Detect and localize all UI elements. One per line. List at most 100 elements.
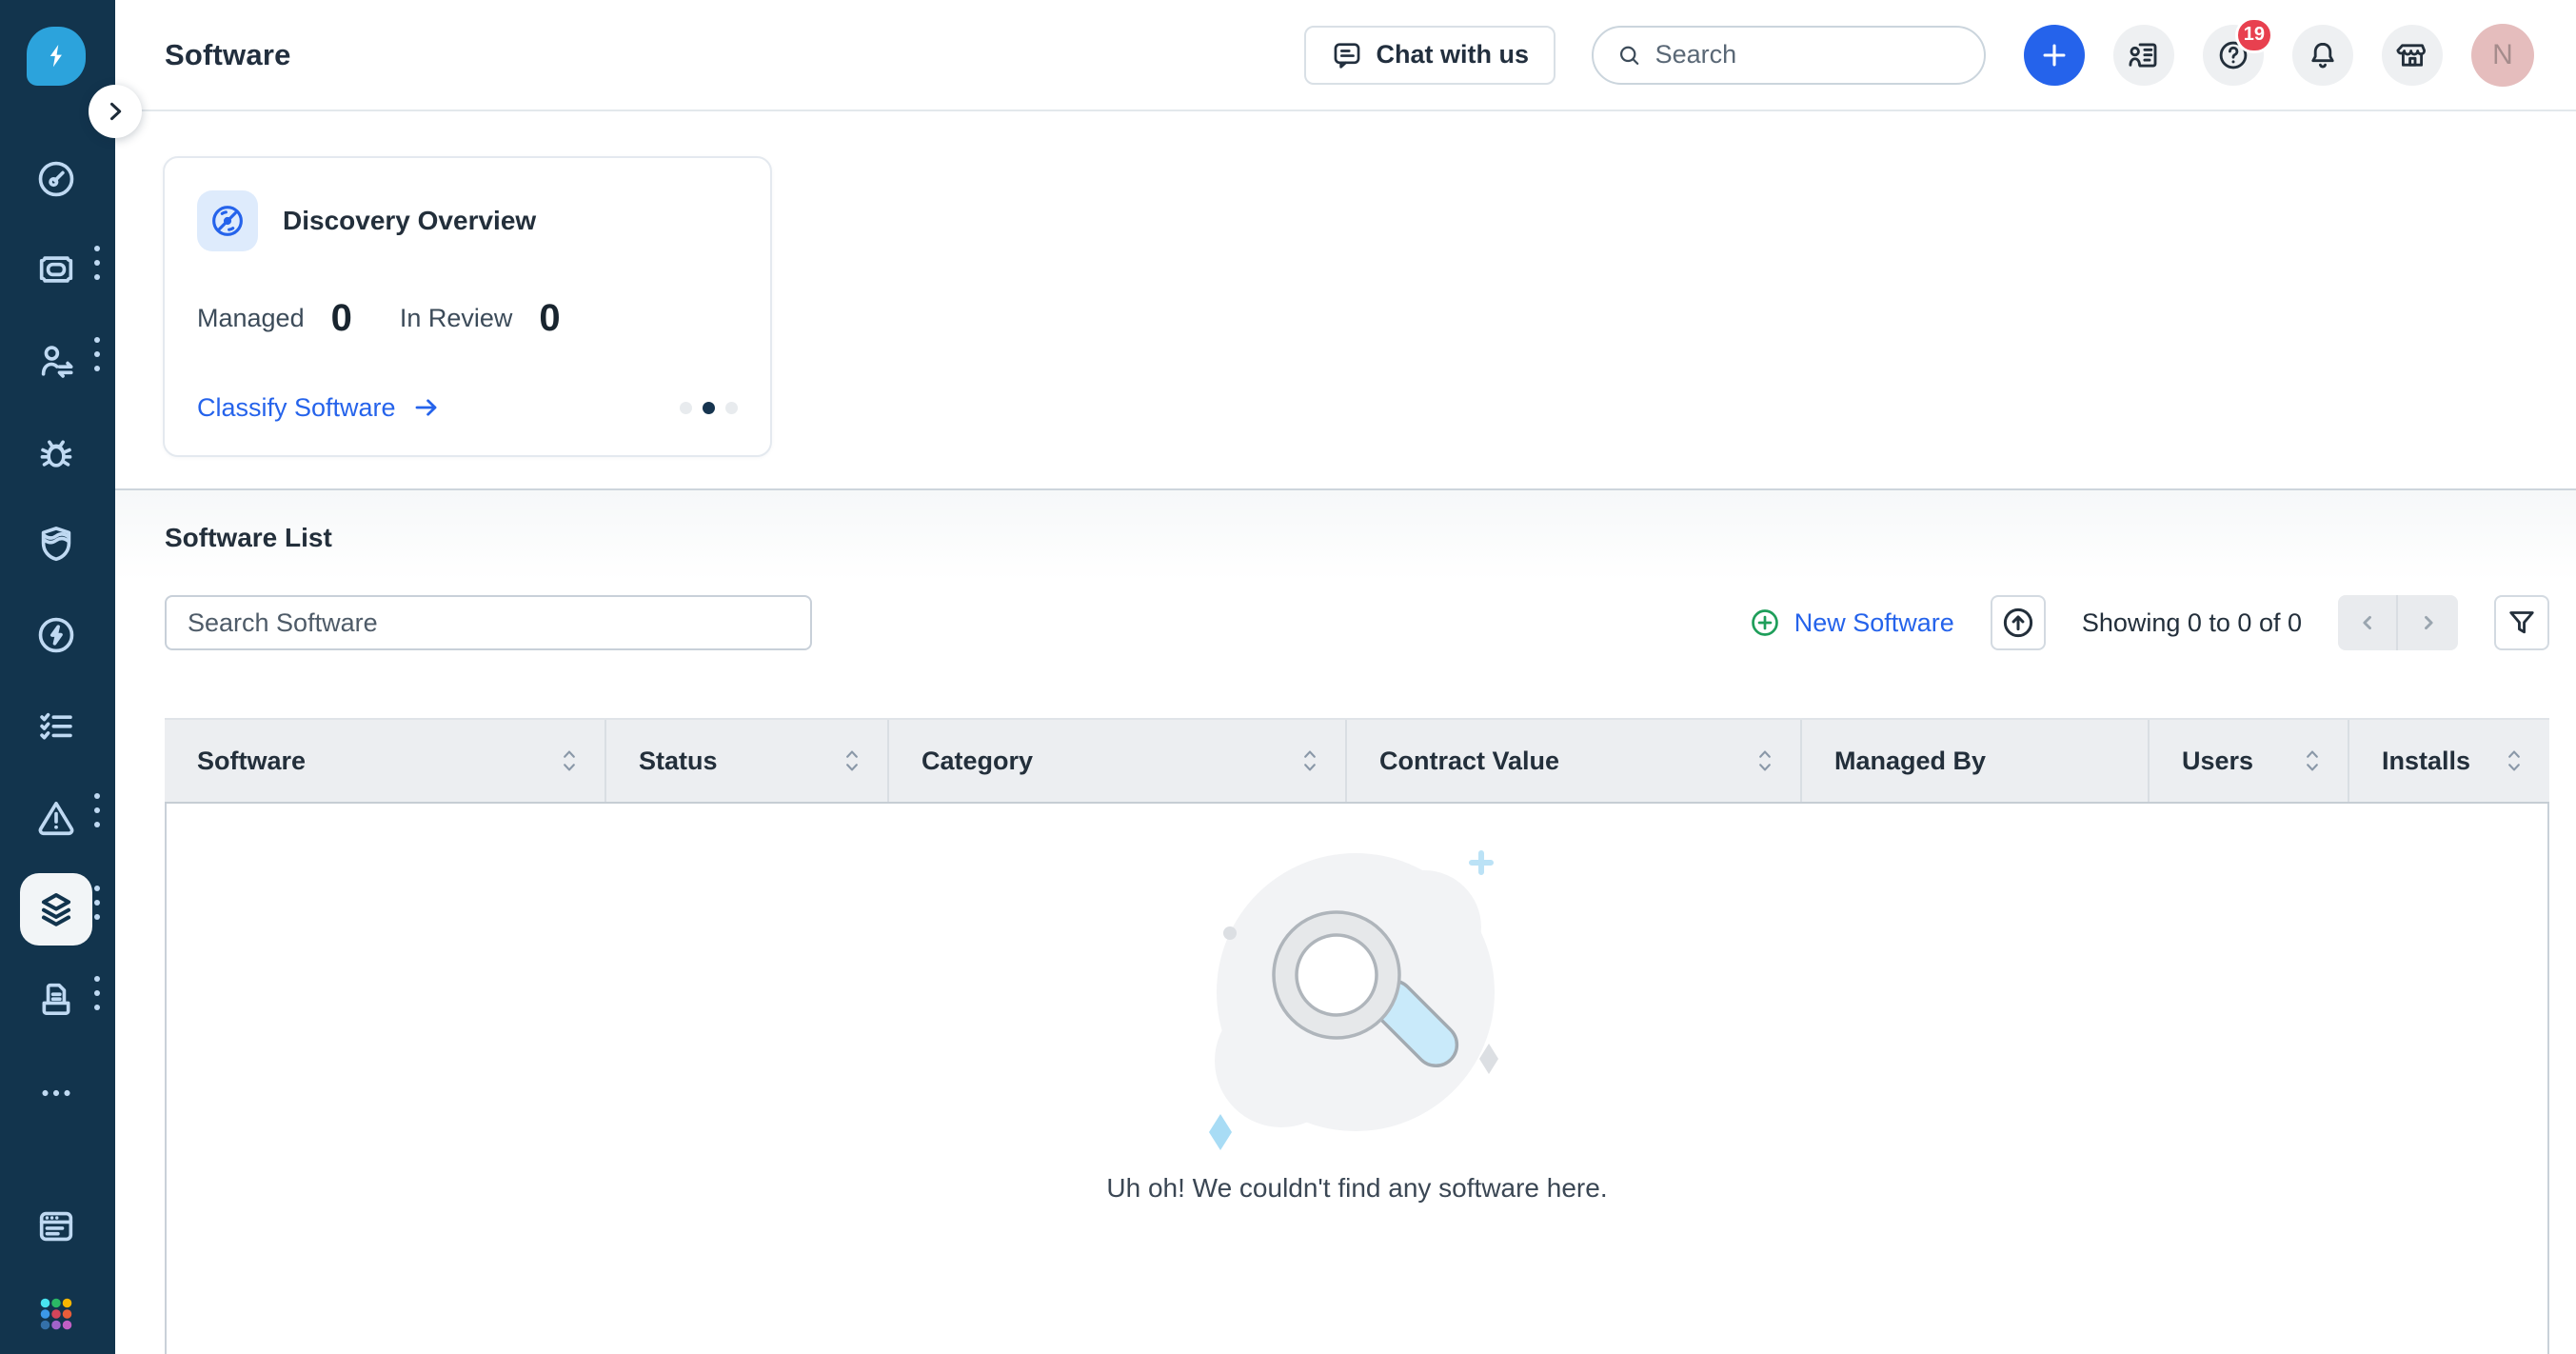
bell-icon	[2306, 38, 2340, 72]
global-search-input[interactable]	[1655, 40, 1961, 70]
user-transfer-icon	[34, 339, 78, 383]
previous-page-button[interactable]	[2338, 595, 2398, 650]
new-software-link[interactable]: New Software	[1749, 607, 1954, 639]
contacts-list-button[interactable]	[2113, 25, 2174, 86]
help-notification-badge: 19	[2235, 17, 2273, 53]
topbar-actions: Chat with us	[1304, 24, 2535, 87]
alerts-options-menu[interactable]	[94, 793, 104, 827]
filter-funnel-icon	[2505, 606, 2539, 640]
chat-button-label: Chat with us	[1377, 40, 1530, 70]
sidebar-item-bug-tracking[interactable]	[20, 417, 92, 489]
discovery-overview-card: Discovery Overview Managed 0 In Review 0…	[163, 156, 772, 457]
discovery-section: Discovery Overview Managed 0 In Review 0…	[115, 111, 2576, 488]
sort-icon[interactable]	[2300, 747, 2325, 775]
carousel-dot[interactable]	[680, 402, 692, 414]
ticket-icon	[34, 248, 78, 291]
sidebar-item-security[interactable]	[20, 508, 92, 580]
plus-circle-icon	[1749, 607, 1781, 639]
sidebar-item-dashboard[interactable]	[20, 143, 92, 215]
table-header-row: Software Status Category	[165, 718, 2549, 804]
tickets-options-menu[interactable]	[94, 246, 104, 280]
software-list-heading: Software List	[165, 523, 2549, 553]
sort-icon[interactable]	[2502, 747, 2526, 775]
chat-with-us-button[interactable]: Chat with us	[1304, 26, 1556, 85]
sidebar-expand-button[interactable]	[89, 85, 142, 138]
shield-icon	[34, 522, 78, 566]
list-controls-right: New Software Showing 0 to 0 of 0	[1749, 595, 2549, 650]
software-search-input[interactable]	[165, 595, 812, 650]
sidebar-item-documents[interactable]	[20, 964, 92, 1036]
column-header-installs[interactable]: Installs	[2349, 720, 2549, 802]
column-header-managed-by[interactable]: Managed By	[1802, 720, 2150, 802]
discovery-card-footer: Classify Software	[197, 392, 738, 423]
sidebar	[0, 0, 115, 1354]
in-review-label: In Review	[400, 304, 513, 333]
upload-software-button[interactable]	[1991, 595, 2046, 650]
software-options-menu[interactable]	[94, 886, 104, 920]
user-transfer-options-menu[interactable]	[94, 337, 104, 371]
user-avatar[interactable]: N	[2471, 24, 2534, 87]
software-table: Software Status Category	[165, 718, 2549, 1354]
new-software-label: New Software	[1794, 608, 1954, 638]
discovery-icon-wrap	[197, 190, 258, 251]
avatar-initial: N	[2492, 39, 2513, 71]
checklist-icon	[34, 705, 78, 748]
discovery-card-title: Discovery Overview	[283, 206, 536, 236]
sidebar-item-app-switcher[interactable]	[20, 1278, 92, 1350]
column-header-contract-value[interactable]: Contract Value	[1347, 720, 1802, 802]
app-grid-icon	[34, 1292, 78, 1336]
sidebar-item-tasks[interactable]	[20, 690, 92, 763]
column-header-status[interactable]: Status	[606, 720, 889, 802]
column-header-users[interactable]: Users	[2150, 720, 2349, 802]
sort-icon[interactable]	[840, 747, 864, 775]
plus-icon	[2038, 39, 2071, 71]
in-review-value: 0	[539, 297, 560, 340]
marketplace-button[interactable]	[2382, 25, 2443, 86]
filter-button[interactable]	[2494, 595, 2549, 650]
list-controls: New Software Showing 0 to 0 of 0	[165, 595, 2549, 650]
chevron-right-icon	[2414, 608, 2443, 637]
next-page-button[interactable]	[2398, 595, 2458, 650]
discovery-stats: Managed 0 In Review 0	[197, 297, 738, 340]
chevron-right-icon	[102, 98, 129, 125]
carousel-dots	[680, 402, 738, 414]
arrow-right-icon	[411, 392, 442, 423]
managed-value: 0	[331, 297, 352, 340]
empty-state-message: Uh oh! We couldn't find any software her…	[1106, 1173, 1607, 1204]
sidebar-item-boost[interactable]	[20, 599, 92, 671]
top-bar: Software Chat with us	[115, 0, 2576, 111]
sidebar-item-more[interactable]	[20, 1057, 92, 1129]
pagination-controls	[2338, 595, 2458, 650]
sidebar-item-browser[interactable]	[20, 1190, 92, 1263]
lightning-bolt-icon	[40, 40, 72, 72]
quick-add-button[interactable]	[2024, 25, 2085, 86]
header-icon-cluster: 19	[2024, 24, 2534, 87]
documents-options-menu[interactable]	[94, 976, 104, 1010]
help-button[interactable]: 19	[2203, 25, 2264, 86]
sidebar-item-tickets[interactable]	[20, 233, 92, 306]
app-logo[interactable]	[27, 27, 86, 86]
sort-icon[interactable]	[557, 747, 582, 775]
global-search[interactable]	[1592, 26, 1986, 85]
notifications-button[interactable]	[2292, 25, 2353, 86]
sidebar-item-user-transfer[interactable]	[20, 325, 92, 397]
classify-software-link[interactable]: Classify Software	[197, 392, 442, 423]
more-dots-icon	[34, 1071, 78, 1115]
sidebar-item-alerts[interactable]	[20, 781, 92, 853]
contacts-list-icon	[2127, 38, 2161, 72]
classify-software-label: Classify Software	[197, 393, 396, 423]
sort-icon[interactable]	[1753, 747, 1777, 775]
storefront-icon	[2395, 38, 2429, 72]
sidebar-item-software[interactable]	[20, 873, 92, 946]
search-icon	[1616, 41, 1642, 70]
browser-window-icon	[34, 1205, 78, 1248]
sort-icon[interactable]	[1298, 747, 1322, 775]
carousel-dot-active[interactable]	[703, 402, 715, 414]
document-tray-icon	[34, 978, 78, 1022]
column-header-category[interactable]: Category	[889, 720, 1347, 802]
carousel-dot[interactable]	[725, 402, 738, 414]
column-header-software[interactable]: Software	[165, 720, 606, 802]
warning-triangle-icon	[34, 795, 78, 839]
chevron-left-icon	[2353, 608, 2382, 637]
pagination-summary: Showing 0 to 0 of 0	[2082, 608, 2302, 638]
